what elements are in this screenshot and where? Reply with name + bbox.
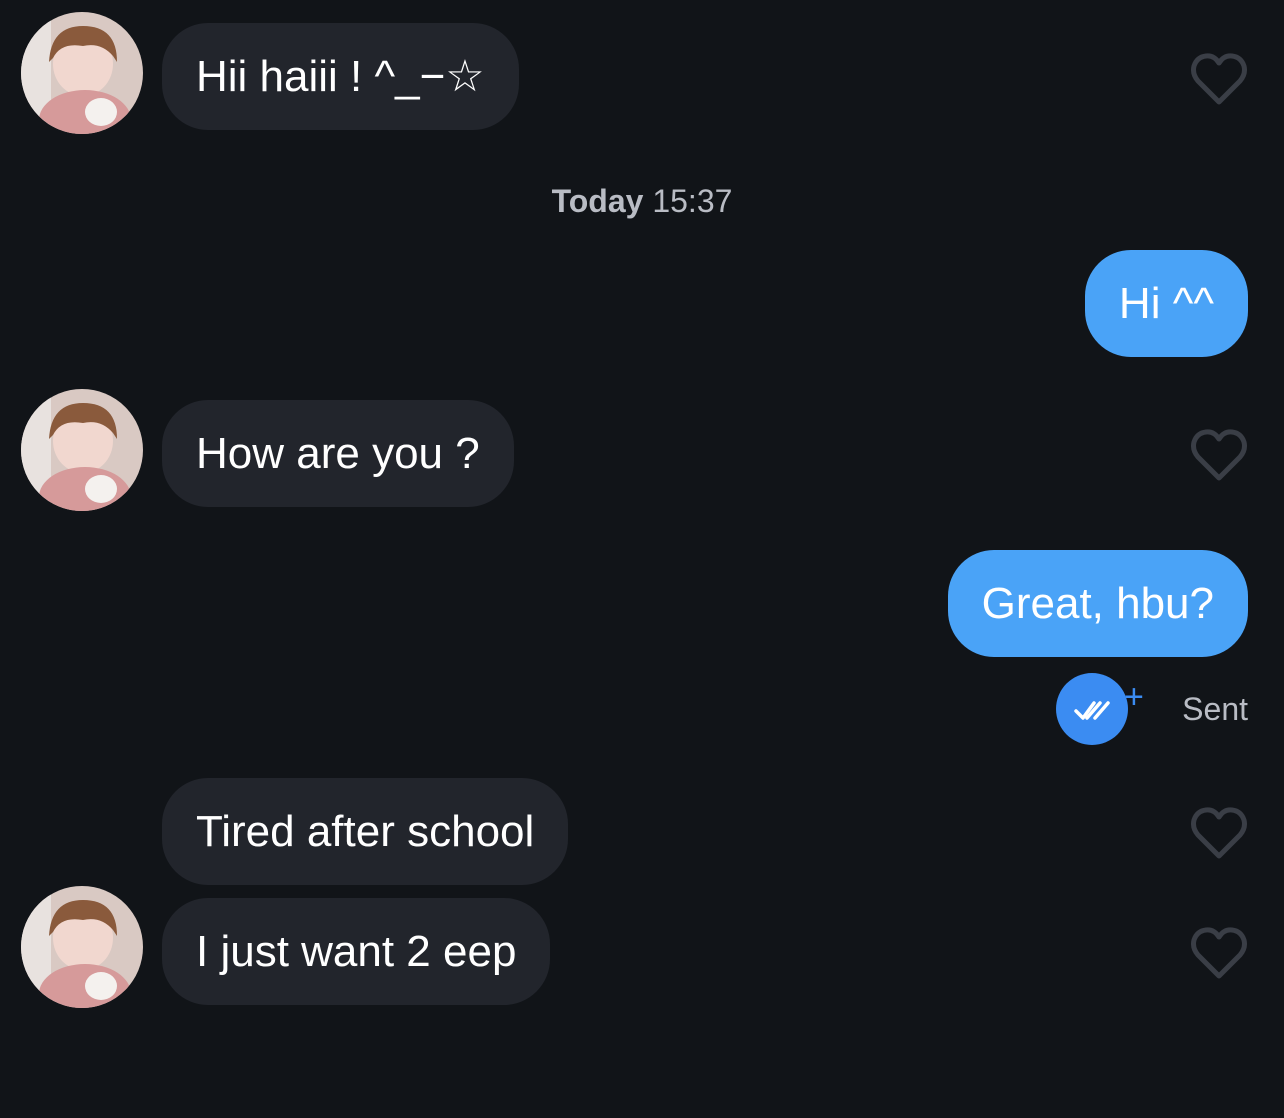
like-button[interactable] — [1190, 926, 1248, 980]
contact-avatar[interactable] — [21, 389, 143, 511]
outgoing-message-bubble[interactable]: Great, hbu? — [947, 550, 1248, 657]
incoming-message-bubble[interactable]: Tired after school — [162, 778, 569, 885]
read-receipt-badge[interactable] — [1056, 673, 1129, 745]
avatar-photo-icon — [21, 886, 143, 1008]
timestamp-divider: Today 15:37 — [0, 183, 1284, 220]
heart-outline-icon — [1191, 927, 1247, 979]
message-text: I just want 2 eep — [196, 927, 517, 976]
heart-outline-icon — [1191, 807, 1247, 859]
incoming-message-bubble[interactable]: I just want 2 eep — [162, 898, 551, 1005]
like-button[interactable] — [1190, 806, 1248, 860]
outgoing-message-bubble[interactable]: Hi ^^ — [1084, 250, 1248, 357]
message-text: Great, hbu? — [981, 579, 1214, 628]
avatar-photo-icon — [21, 389, 143, 511]
message-text: How are you ? — [196, 429, 480, 478]
chat-thread: Hii haiii ! ^_−☆ Today 15:37 Hi ^^ How a… — [0, 0, 1284, 1118]
status-label: Sent — [1182, 690, 1248, 727]
timestamp-time: 15:37 — [652, 183, 733, 219]
message-status: Sent — [1056, 672, 1248, 746]
double-check-icon — [1074, 701, 1110, 720]
like-button[interactable] — [1190, 52, 1248, 106]
message-text: Hii haiii ! ^_−☆ — [196, 52, 485, 101]
incoming-message-bubble[interactable]: Hii haiii ! ^_−☆ — [162, 23, 519, 130]
like-button[interactable] — [1190, 428, 1248, 482]
timestamp-day: Today — [551, 183, 644, 219]
message-text: Tired after school — [196, 807, 535, 856]
avatar-photo-icon — [21, 12, 143, 134]
contact-avatar[interactable] — [21, 12, 143, 134]
heart-outline-icon — [1191, 429, 1247, 481]
contact-avatar[interactable] — [21, 886, 143, 1008]
message-text: Hi ^^ — [1118, 279, 1214, 328]
heart-outline-icon — [1191, 53, 1247, 105]
incoming-message-bubble[interactable]: How are you ? — [162, 400, 514, 507]
plus-icon: + — [1124, 678, 1144, 716]
